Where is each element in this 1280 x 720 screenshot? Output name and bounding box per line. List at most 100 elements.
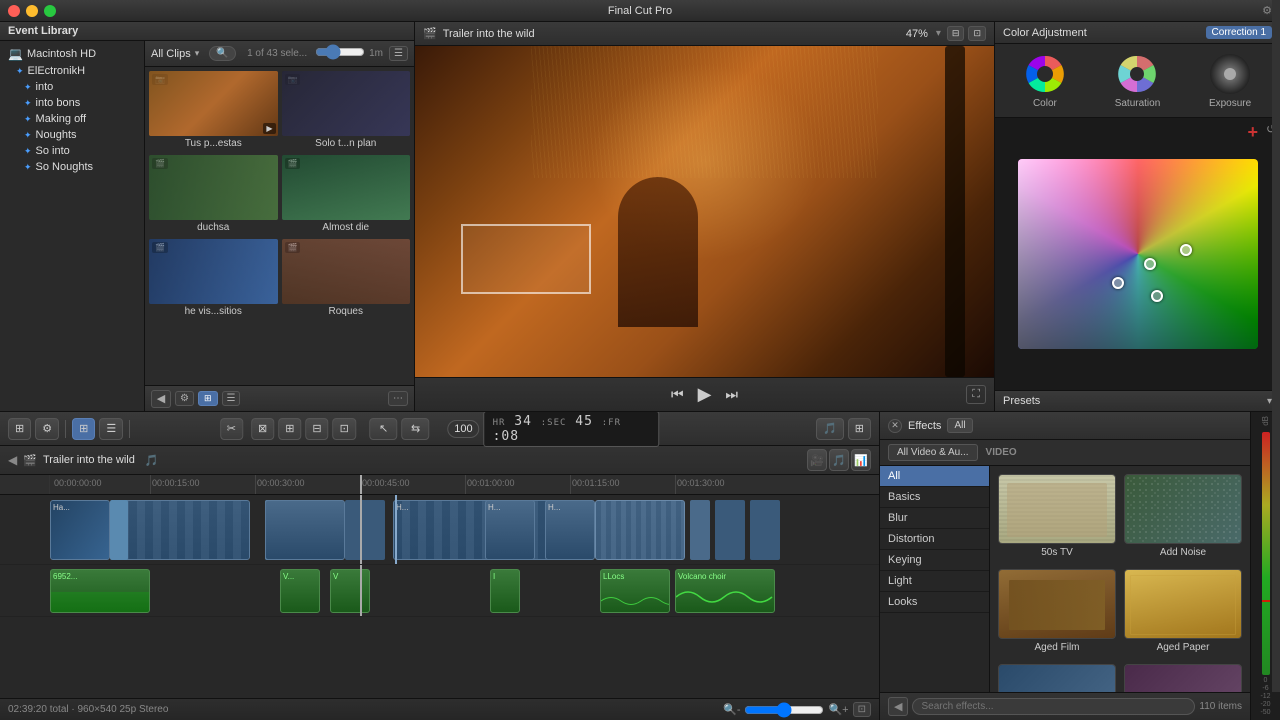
- effects-cat-looks[interactable]: Looks: [880, 592, 989, 613]
- clips-grid-view[interactable]: ⊞: [198, 391, 218, 406]
- toolbar-audio-btn[interactable]: 🎵: [816, 418, 844, 440]
- add-correction-button[interactable]: +: [1247, 122, 1258, 143]
- effects-cat-blur[interactable]: Blur: [880, 508, 989, 529]
- video-clip-7[interactable]: [595, 500, 685, 560]
- tree-item-so-noughts[interactable]: ✦ So Noughts: [0, 159, 144, 175]
- clips-settings[interactable]: ⚙: [175, 391, 194, 406]
- minimize-button[interactable]: [26, 5, 38, 17]
- transport-go-end[interactable]: ⏭: [723, 384, 740, 405]
- color-wheel-gradient[interactable]: [1018, 159, 1258, 349]
- tl-audio-icon[interactable]: 🎵: [829, 449, 849, 471]
- effect-item-aged-paper[interactable]: Aged Paper: [1124, 569, 1242, 656]
- clips-view-toggle[interactable]: ☰: [389, 46, 408, 61]
- color-tool-exposure[interactable]: Exposure: [1208, 52, 1252, 109]
- zoom-in-btn[interactable]: 🔍+: [828, 703, 848, 716]
- tree-item-noughts[interactable]: ✦ Noughts: [0, 127, 144, 143]
- clips-next-page[interactable]: ⋯: [388, 391, 408, 406]
- toolbar-nudge-btn[interactable]: ⊟: [305, 418, 328, 440]
- tree-item-electronikh[interactable]: ✦ ElEctronikH: [0, 63, 144, 79]
- clip-item-0[interactable]: 📷 ▶ Tus p...estas: [149, 71, 278, 151]
- effects-search-input[interactable]: [912, 698, 1195, 715]
- effects-toggle-sidebar-btn[interactable]: ◀: [888, 697, 908, 716]
- clip-item-3[interactable]: 🎬 Almost die: [282, 155, 411, 235]
- search-input[interactable]: 🔍: [209, 46, 235, 61]
- clips-zoom-range[interactable]: [315, 44, 365, 60]
- clips-dropdown-icon[interactable]: ▾: [195, 48, 200, 59]
- video-clip-3[interactable]: [345, 500, 385, 560]
- zoom-dropdown-icon[interactable]: ▾: [936, 28, 941, 39]
- clips-list-view[interactable]: ☰: [222, 391, 241, 406]
- tree-item-macintosh-hd[interactable]: 💻 Macintosh HD: [0, 45, 144, 63]
- tree-item-into-bons[interactable]: ✦ into bons: [0, 95, 144, 111]
- color-tool-color[interactable]: Color: [1023, 52, 1067, 109]
- tl-video-icon[interactable]: 🎥: [807, 449, 827, 471]
- audio-clip-4[interactable]: LLocs: [600, 569, 670, 613]
- clip-item-1[interactable]: 📷 Solo t...n plan: [282, 71, 411, 151]
- color-tool-saturation[interactable]: Saturation: [1115, 52, 1161, 109]
- tree-item-into[interactable]: ✦ into: [0, 79, 144, 95]
- effects-filter-dropdown[interactable]: All: [947, 418, 972, 433]
- fit-button[interactable]: ⊡: [853, 702, 871, 717]
- video-clip-8[interactable]: [690, 500, 710, 560]
- effects-cat-keying[interactable]: Keying: [880, 550, 989, 571]
- zoom-out-btn[interactable]: 🔍-: [723, 703, 740, 716]
- tree-item-making-off[interactable]: ✦ Making off: [0, 111, 144, 127]
- toolbar-magnet-btn[interactable]: ⊠: [251, 418, 274, 440]
- audio-clip-5[interactable]: Volcano choir: [675, 569, 775, 613]
- timeline-back-btn[interactable]: ◀: [8, 453, 17, 467]
- video-clip-5[interactable]: H...: [485, 500, 535, 560]
- zoom-slider[interactable]: [744, 702, 824, 718]
- preview-fit-btn[interactable]: ⊟: [947, 26, 965, 41]
- video-clip-6[interactable]: H...: [545, 500, 595, 560]
- video-clip-10[interactable]: [750, 500, 780, 560]
- audio-clip-0[interactable]: 6952...: [50, 569, 150, 613]
- tl-levels-icon[interactable]: 📊: [851, 449, 871, 471]
- effect-item-extra-2[interactable]: [1124, 664, 1242, 692]
- effects-cat-light[interactable]: Light: [880, 571, 989, 592]
- toolbar-ripple-btn[interactable]: ⊡: [333, 418, 356, 440]
- toolbar-list-btn[interactable]: ☰: [99, 418, 123, 440]
- clips-prev-page[interactable]: ◀: [151, 390, 171, 408]
- toolbar-transform-btn[interactable]: ⇆: [402, 418, 430, 440]
- transport-go-start[interactable]: ⏮: [669, 384, 686, 405]
- video-clip-9[interactable]: [715, 500, 745, 560]
- effect-item-aged-film[interactable]: Aged Film: [998, 569, 1116, 656]
- video-clip-2[interactable]: [265, 500, 345, 560]
- effect-item-extra-1[interactable]: [998, 664, 1116, 692]
- timeline-playhead[interactable]: [360, 475, 362, 494]
- clips-zoom-slider[interactable]: [315, 44, 365, 63]
- video-clip-1[interactable]: [120, 500, 250, 560]
- toolbar-select-btn[interactable]: ⊞: [278, 418, 301, 440]
- close-button[interactable]: [8, 5, 20, 17]
- toolbar-expand-btn[interactable]: ⊞: [8, 418, 31, 440]
- preview-zoom-btn[interactable]: ⊡: [968, 26, 986, 41]
- toolbar-grid-btn[interactable]: ⊞: [72, 418, 95, 440]
- effects-cat-distortion[interactable]: Distortion: [880, 529, 989, 550]
- video-clip-marker-1[interactable]: [110, 500, 128, 560]
- toolbar-snap-btn[interactable]: ⊞: [848, 418, 871, 440]
- video-clip-0[interactable]: Ha...: [50, 500, 110, 560]
- clip-bg-4: [149, 239, 278, 304]
- clip-item-4[interactable]: 🎬 he vis...sitios: [149, 239, 278, 319]
- effects-cat-basics[interactable]: Basics: [880, 487, 989, 508]
- effects-close-btn[interactable]: ✕: [888, 419, 902, 433]
- toolbar-arrow-btn[interactable]: ↖: [370, 418, 398, 440]
- effect-item-add-noise[interactable]: Add Noise: [1124, 474, 1242, 561]
- maximize-button[interactable]: [44, 5, 56, 17]
- tree-item-so-into[interactable]: ✦ So into: [0, 143, 144, 159]
- effect-item-50s-tv[interactable]: 50s TV: [998, 474, 1116, 561]
- preview-fullscreen-btn[interactable]: ⛶: [966, 385, 986, 404]
- waveform-svg: [601, 590, 669, 612]
- audio-clip-3[interactable]: I: [490, 569, 520, 613]
- audio-clip-1[interactable]: V...: [280, 569, 320, 613]
- toolbar-settings-btn[interactable]: ⚙: [35, 418, 59, 440]
- audio-clip-2[interactable]: V: [330, 569, 370, 613]
- clip-item-2[interactable]: 🎬 duchsa: [149, 155, 278, 235]
- clip-item-5[interactable]: 🎬 Roques: [282, 239, 411, 319]
- audio-waveform-0: [51, 592, 149, 612]
- effects-cat-all[interactable]: All: [880, 466, 989, 487]
- effects-cat-all-video[interactable]: All Video & Au...: [888, 444, 978, 461]
- clip-bg-5: [282, 239, 411, 304]
- transport-play[interactable]: ▶: [696, 382, 714, 407]
- toolbar-blade-btn[interactable]: ✂: [220, 418, 243, 440]
